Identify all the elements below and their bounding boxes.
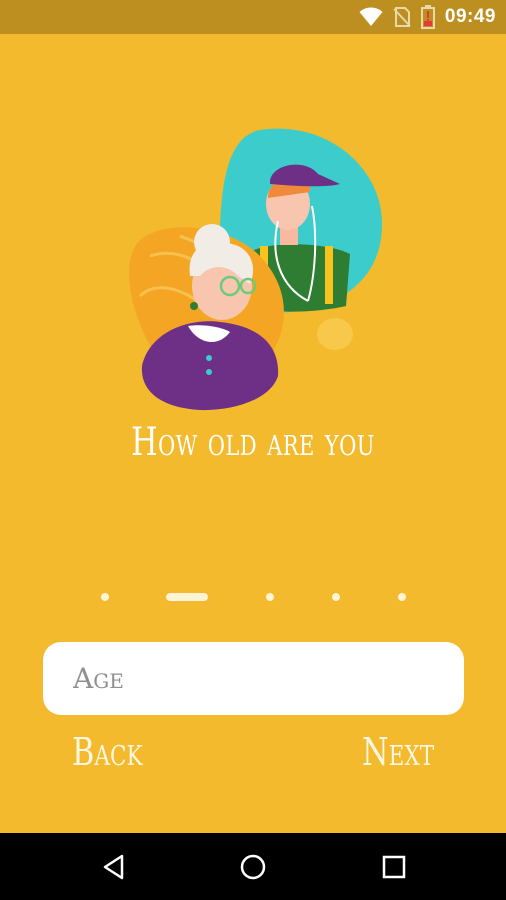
onboarding-screen: 09:49 How old are you Age Back Next <box>0 0 506 900</box>
home-circle-icon[interactable] <box>235 849 271 885</box>
system-navigation-bar <box>0 833 506 900</box>
clock-time: 09:49 <box>444 6 496 27</box>
age-field <box>43 642 464 715</box>
recents-square-icon[interactable] <box>376 849 412 885</box>
no-sim-icon <box>393 6 411 28</box>
page-dot-3 <box>266 593 274 601</box>
page-dot-1 <box>101 593 109 601</box>
status-bar: 09:49 <box>0 0 506 34</box>
onboarding-illustration <box>120 126 390 416</box>
page-dot-2-active <box>166 593 208 601</box>
back-triangle-icon[interactable] <box>96 849 132 885</box>
wifi-icon <box>359 7 383 27</box>
page-dot-4 <box>332 593 340 601</box>
page-indicator <box>0 591 506 603</box>
battery-low-icon <box>420 5 435 29</box>
status-icons: 09:49 <box>359 0 496 34</box>
back-button[interactable]: Back <box>72 730 143 774</box>
next-button[interactable]: Next <box>362 730 434 774</box>
age-input[interactable] <box>71 661 464 696</box>
page-dot-5 <box>398 593 406 601</box>
age-question-title: How old are you <box>131 420 375 465</box>
